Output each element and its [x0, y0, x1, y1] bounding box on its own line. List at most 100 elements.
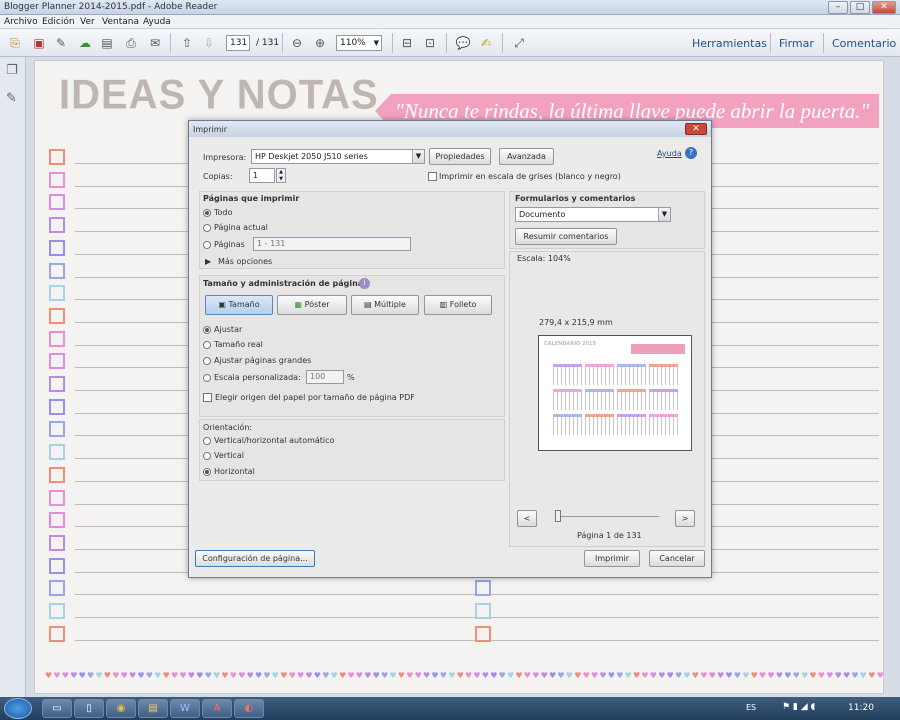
tab-poster[interactable]: ▦ Póster — [277, 295, 347, 315]
explorer-taskbar-icon[interactable]: ▭ — [42, 699, 72, 718]
highlight-icon[interactable]: ✍ — [477, 34, 495, 52]
properties-button[interactable]: Propiedades — [429, 148, 491, 165]
pages-current-radio[interactable] — [203, 224, 211, 232]
menu-ver[interactable]: Ver — [80, 17, 95, 27]
heart-icon: ♥ — [179, 671, 187, 680]
word-taskbar-icon[interactable]: W — [170, 699, 200, 718]
summarize-comments-button[interactable]: Resumir comentarios — [515, 228, 617, 245]
info-icon[interactable]: i — [359, 278, 370, 289]
sign-link[interactable]: Firmar — [779, 37, 814, 50]
comment-icon[interactable]: 💬 — [454, 34, 472, 52]
tray-icons[interactable]: ⚑ ▮ ◢ ◖ — [782, 702, 815, 712]
create-pdf-icon[interactable]: ⎘ — [6, 34, 24, 52]
reader-taskbar-icon[interactable]: ◐ — [234, 699, 264, 718]
zoom-select[interactable]: 110% ▼ — [336, 35, 382, 51]
heart-icon: ♥ — [742, 671, 750, 680]
tools-link[interactable]: Herramientas — [692, 37, 767, 50]
heart-icon: ♥ — [120, 671, 128, 680]
copies-stepper[interactable]: ▲ ▼ — [276, 168, 286, 183]
heart-icon: ♥ — [599, 671, 607, 680]
note-checkbox — [49, 353, 65, 370]
heart-icon: ♥ — [691, 671, 699, 680]
close-button[interactable]: ✕ — [872, 1, 896, 14]
upload-cloud-icon[interactable]: ☁ — [76, 34, 94, 52]
forms-value: Documento — [519, 210, 566, 219]
fit-page-icon[interactable]: ⊟ — [398, 34, 416, 52]
chrome-taskbar-icon[interactable]: ◉ — [106, 699, 136, 718]
note-checkbox — [49, 466, 65, 483]
printer-value: HP Deskjet 2050 J510 series — [255, 152, 368, 161]
tab-multiple[interactable]: ▤ Múltiple — [351, 295, 419, 315]
attachments-icon[interactable]: ✎ — [6, 91, 17, 106]
grayscale-checkbox[interactable] — [428, 172, 437, 181]
page-setup-button[interactable]: Configuración de página... — [195, 550, 315, 567]
help-icon[interactable]: ? — [685, 147, 697, 159]
zoom-out-icon[interactable]: ⊖ — [288, 34, 306, 52]
copies-input[interactable]: 1 — [249, 168, 275, 183]
shrink-large-label: Ajustar páginas grandes — [214, 356, 312, 365]
preview-calendar — [553, 364, 679, 438]
heart-icon: ♥ — [532, 671, 540, 680]
heart-icon: ♥ — [53, 671, 61, 680]
previous-page-button[interactable]: < — [517, 510, 537, 527]
actual-size-radio[interactable] — [203, 341, 211, 349]
chevron-down-icon: ▼ — [658, 208, 670, 221]
shrink-large-radio[interactable] — [203, 357, 211, 365]
orientation-landscape-radio[interactable] — [203, 468, 211, 476]
open-file-icon[interactable]: ▣ — [30, 34, 48, 52]
previous-page-icon[interactable]: ⇧ — [178, 34, 196, 52]
edit-icon[interactable]: ✎ — [52, 34, 70, 52]
menu-edicion[interactable]: Edición — [42, 17, 75, 27]
pages-all-radio[interactable] — [203, 209, 211, 217]
pages-thumbnail-icon[interactable]: ❐ — [6, 63, 18, 78]
orientation-auto-radio[interactable] — [203, 437, 211, 445]
next-page-icon[interactable]: ⇩ — [200, 34, 218, 52]
heart-icon: ♥ — [330, 671, 338, 680]
comment-link[interactable]: Comentario — [832, 37, 896, 50]
email-icon[interactable]: ✉ — [146, 34, 164, 52]
dialog-close-button[interactable]: ✕ — [685, 123, 707, 135]
menu-ayuda[interactable]: Ayuda — [143, 17, 171, 27]
tab-size[interactable]: ▣ Tamaño — [205, 295, 273, 315]
tab-booklet[interactable]: ▥ Folleto — [424, 295, 492, 315]
menu-archivo[interactable]: Archivo — [4, 17, 38, 27]
fit-radio[interactable] — [203, 326, 211, 334]
menu-bar: Archivo Edición Ver Ventana Ayuda — [0, 15, 900, 29]
page-number-input[interactable]: 131 — [226, 35, 250, 51]
orientation-portrait-radio[interactable] — [203, 452, 211, 460]
cancel-button[interactable]: Cancelar — [649, 550, 705, 567]
start-button[interactable] — [4, 698, 32, 719]
menu-ventana[interactable]: Ventana — [102, 17, 139, 27]
minimize-button[interactable]: – — [828, 1, 848, 14]
printer-select[interactable]: HP Deskjet 2050 J510 series ▼ — [251, 149, 425, 164]
language-indicator[interactable]: ES — [746, 703, 756, 712]
advanced-button[interactable]: Avanzada — [499, 148, 554, 165]
page-slider-handle[interactable] — [555, 510, 561, 522]
expand-icon[interactable]: ⤢ — [510, 34, 528, 52]
heart-icon: ♥ — [305, 671, 313, 680]
expand-triangle-icon[interactable]: ▶ — [205, 257, 211, 266]
heart-icon: ♥ — [750, 671, 758, 680]
help-link[interactable]: Ayuda — [657, 149, 682, 158]
acrobat-taskbar-icon[interactable]: A — [202, 699, 232, 718]
more-options-link[interactable]: Más opciones — [218, 257, 272, 266]
paper-source-checkbox[interactable] — [203, 393, 212, 402]
folder-taskbar-icon[interactable]: ▤ — [138, 699, 168, 718]
pages-range-input[interactable]: 1 - 131 — [253, 237, 411, 251]
tab-poster-label: Póster — [304, 300, 330, 309]
print-button[interactable]: Imprimir — [584, 550, 640, 567]
forms-select[interactable]: Documento ▼ — [515, 207, 671, 222]
heart-icon: ♥ — [717, 671, 725, 680]
full-screen-icon[interactable]: ⊡ — [421, 34, 439, 52]
next-page-button[interactable]: > — [675, 510, 695, 527]
note-checkbox — [49, 398, 65, 415]
custom-scale-radio[interactable] — [203, 374, 211, 382]
maximize-button[interactable]: □ — [850, 1, 870, 14]
save-icon[interactable]: ▤ — [98, 34, 116, 52]
pages-range-radio[interactable] — [203, 241, 211, 249]
print-icon[interactable]: ⎙ — [122, 34, 140, 52]
document-taskbar-icon[interactable]: ▯ — [74, 699, 104, 718]
zoom-in-icon[interactable]: ⊕ — [311, 34, 329, 52]
custom-scale-input[interactable]: 100 — [306, 370, 344, 384]
heart-icon: ♥ — [297, 671, 305, 680]
